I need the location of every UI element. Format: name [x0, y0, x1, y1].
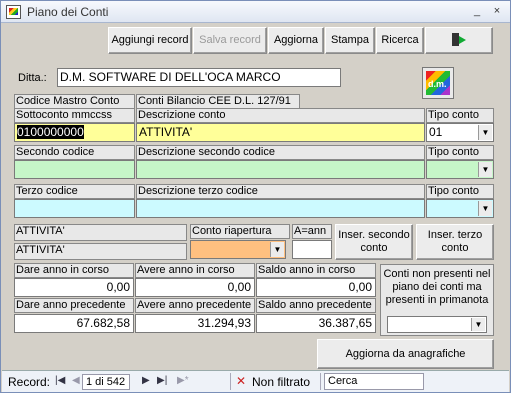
next-record-icon[interactable]: ▶ [142, 375, 150, 386]
record-position-field[interactable]: 1 di 542 [82, 374, 130, 390]
mastro-description: ATTIVITA' [14, 224, 187, 241]
inser-terzo-button[interactable]: Inser. terzo conto [416, 224, 494, 260]
a-anno-field[interactable] [292, 240, 332, 259]
record-label: Record: [8, 375, 51, 389]
conto-description: ATTIVITA' [14, 243, 187, 260]
previous-record-icon[interactable]: ◀ [72, 375, 80, 386]
window-title: Piano dei Conti [27, 5, 109, 19]
main-window: Piano dei Conti _ × Aggiungi record Salv… [0, 0, 511, 393]
tipo-conto-2-select[interactable]: ▼ [426, 160, 494, 179]
codice-value: 0100000000 [17, 125, 84, 139]
dare-prec-label: Dare anno precedente [14, 298, 134, 313]
aggiorna-anagrafiche-button[interactable]: Aggiorna da anagrafiche [317, 339, 494, 369]
secondo-codice-label: Secondo codice [14, 145, 135, 160]
tipo-conto-2-label: Tipo conto [426, 145, 494, 160]
new-record-icon[interactable]: ▶* [177, 375, 189, 386]
conto-riapertura-label: Conto riapertura [190, 224, 290, 239]
tipo-conto-value: 01 [429, 125, 443, 139]
codice-field[interactable]: 0100000000 [14, 123, 135, 142]
record-navigator: Record: |◀ ◀ 1 di 542 ▶ ▶| ▶* ✕ Non filt… [2, 370, 509, 392]
refresh-button[interactable]: Aggiorna [268, 27, 324, 54]
descrizione-conto-field[interactable]: ATTIVITA' [136, 123, 425, 142]
print-button[interactable]: Stampa [325, 27, 375, 54]
logo-text: d.m. [428, 79, 447, 89]
avere-prec-field[interactable]: 31.294,93 [135, 314, 255, 333]
descrizione-secondo-field[interactable] [136, 160, 425, 179]
terzo-codice-label: Terzo codice [14, 184, 135, 199]
ditta-label: Ditta.: [18, 72, 47, 84]
descrizione-conto-label: Descrizione conto [136, 108, 425, 123]
a-anno-label: A=ann [292, 224, 332, 239]
conti-non-presenti-select[interactable]: ▼ [387, 316, 487, 333]
tipo-conto-3-label: Tipo conto [426, 184, 494, 199]
saldo-corso-label: Saldo anno in corso [256, 263, 376, 278]
saldo-corso-field[interactable]: 0,00 [256, 278, 376, 297]
company-logo[interactable]: d.m. [422, 67, 454, 99]
chevron-down-icon[interactable]: ▼ [270, 242, 284, 257]
conti-bilancio-label: Conti Bilancio CEE D.L. 127/91 [136, 94, 300, 109]
tipo-conto-select[interactable]: 01 ▼ [426, 123, 494, 142]
minimize-button[interactable]: _ [469, 4, 485, 19]
sottoconto-label: Sottoconto mmccss [14, 108, 135, 123]
filter-status[interactable]: Non filtrato [252, 375, 310, 389]
first-record-icon[interactable]: |◀ [55, 375, 65, 386]
avere-corso-label: Avere anno in corso [135, 263, 255, 278]
descrizione-terzo-label: Descrizione terzo codice [136, 184, 425, 199]
terzo-codice-field[interactable] [14, 199, 135, 218]
conto-riapertura-select[interactable]: ▼ [190, 240, 286, 259]
add-record-button[interactable]: Aggiungi record [108, 27, 192, 54]
dare-corso-label: Dare anno in corso [14, 263, 134, 278]
secondo-codice-field[interactable] [14, 160, 135, 179]
filter-off-icon[interactable]: ✕ [236, 374, 250, 388]
codice-mastro-label: Codice Mastro Conto [14, 94, 135, 109]
avere-corso-field[interactable]: 0,00 [135, 278, 255, 297]
exit-button[interactable] [425, 27, 493, 54]
chevron-down-icon[interactable]: ▼ [478, 162, 492, 177]
chevron-down-icon[interactable]: ▼ [471, 318, 485, 331]
saldo-prec-field[interactable]: 36.387,65 [256, 314, 376, 333]
form-body: Aggiungi record Salva record Aggiorna St… [2, 24, 509, 369]
descrizione-secondo-label: Descrizione secondo codice [136, 145, 425, 160]
avere-prec-label: Avere anno precedente [135, 298, 255, 313]
saldo-prec-label: Saldo anno precedente [256, 298, 376, 313]
dare-corso-field[interactable]: 0,00 [14, 278, 134, 297]
descrizione-terzo-field[interactable] [136, 199, 425, 218]
exit-door-icon [451, 32, 467, 48]
title-bar: Piano dei Conti _ × [1, 1, 510, 23]
app-icon [6, 5, 21, 19]
chevron-down-icon[interactable]: ▼ [478, 125, 492, 140]
search-button[interactable]: Ricerca [376, 27, 424, 54]
search-input[interactable]: Cerca [324, 373, 424, 390]
chevron-down-icon[interactable]: ▼ [478, 201, 492, 216]
ditta-field[interactable]: D.M. SOFTWARE DI DELL'OCA MARCO [57, 68, 341, 87]
dare-prec-field[interactable]: 67.682,58 [14, 314, 134, 333]
save-record-button[interactable]: Salva record [193, 27, 267, 54]
tipo-conto-label: Tipo conto [426, 108, 494, 123]
close-button[interactable]: × [489, 4, 505, 19]
tipo-conto-3-select[interactable]: ▼ [426, 199, 494, 218]
last-record-icon[interactable]: ▶| [157, 375, 167, 386]
inser-secondo-button[interactable]: Inser. secondo conto [335, 224, 413, 260]
